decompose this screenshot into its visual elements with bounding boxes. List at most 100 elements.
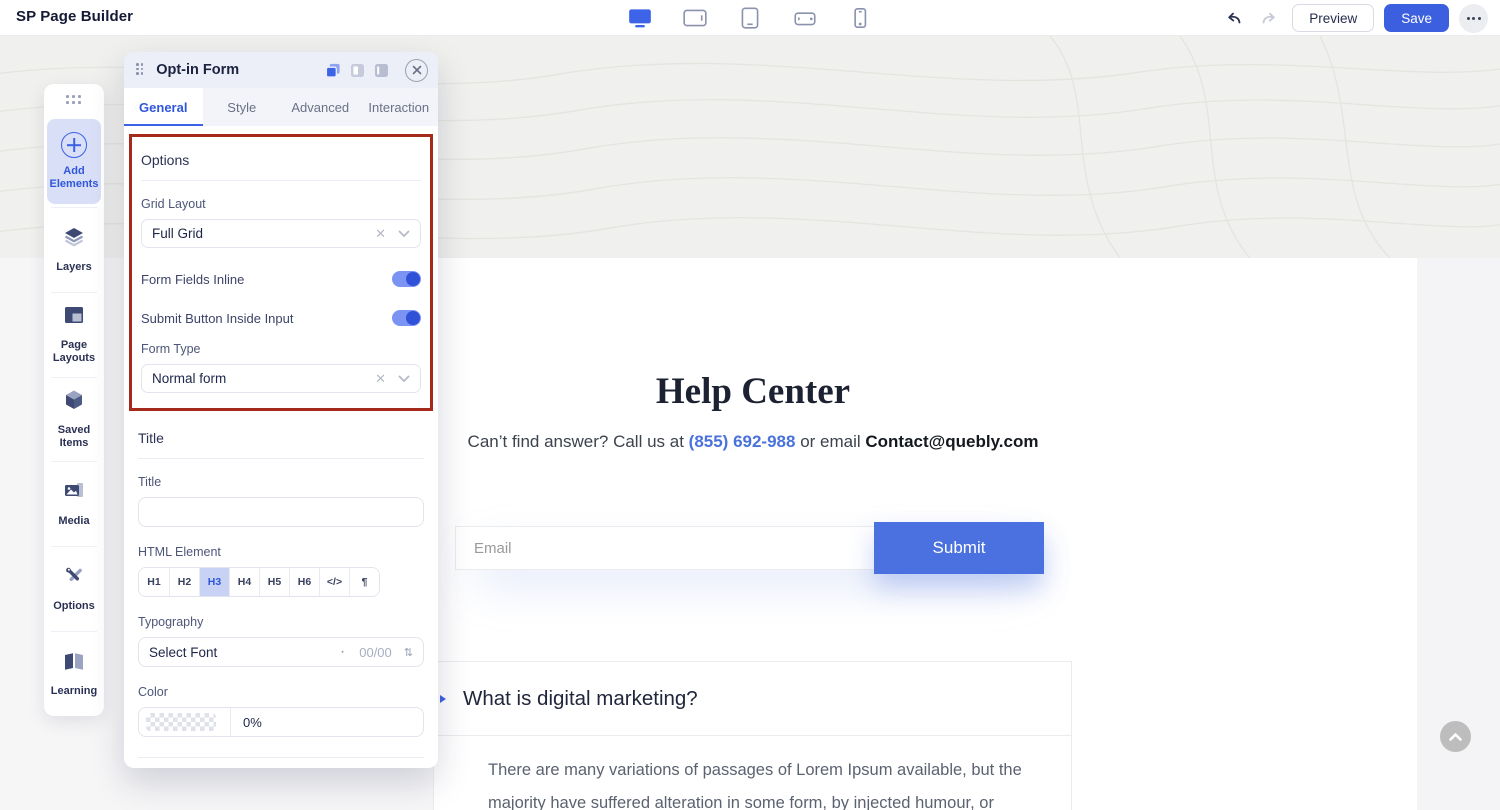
h6-button[interactable]: H6 — [289, 568, 319, 596]
typography-font-value: Select Font — [149, 644, 218, 660]
color-swatch-cell[interactable] — [139, 708, 231, 736]
typography-label: Typography — [138, 615, 204, 629]
panel-drag-handle-icon[interactable] — [136, 63, 145, 77]
tab-interaction[interactable]: Interaction — [360, 88, 439, 126]
clear-icon[interactable]: ✕ — [375, 226, 386, 242]
code-tag-button[interactable]: </> — [319, 568, 349, 596]
form-type-label: Form Type — [141, 342, 201, 356]
h2-button[interactable]: H2 — [169, 568, 199, 596]
topbar-actions: Preview Save — [1220, 0, 1488, 36]
h1-button[interactable]: H1 — [139, 568, 169, 596]
dock-half-icon[interactable] — [349, 62, 365, 78]
scroll-top-button[interactable] — [1440, 721, 1471, 752]
sort-arrows-icon: ⇅ — [403, 646, 413, 659]
h4-button[interactable]: H4 — [229, 568, 259, 596]
color-opacity-value: 0% — [243, 714, 262, 730]
faq-accordion-header[interactable]: What is digital marketing? — [434, 662, 1071, 736]
cube-icon — [62, 388, 86, 417]
duplicate-icon[interactable] — [325, 62, 341, 78]
annotation-highlight-rect: Options Grid Layout Full Grid ✕ Form Fie… — [129, 134, 433, 411]
title-label: Title — [138, 475, 162, 489]
panel-header: Opt-in Form — [124, 52, 438, 88]
options-section-heading: Options — [141, 139, 421, 181]
phone-landscape-icon[interactable] — [792, 6, 818, 30]
phone-portrait-icon[interactable] — [847, 6, 873, 30]
topbar: SP Page Builder Preview Save — [0, 0, 1500, 36]
faq-question: What is digital marketing? — [463, 686, 698, 710]
form-fields-inline-label: Form Fields Inline — [141, 271, 245, 287]
close-icon[interactable] — [405, 58, 428, 82]
html-element-group: H1 H2 H3 H4 H5 H6 </> ¶ — [138, 567, 380, 597]
faq-answer: There are many variations of passages of… — [488, 761, 1022, 810]
form-fields-inline-row: Form Fields Inline — [141, 271, 421, 287]
phone-link[interactable]: (855) 692-988 — [689, 432, 796, 451]
email-field[interactable] — [455, 526, 875, 570]
caret-right-icon — [440, 695, 446, 703]
save-button[interactable]: Save — [1384, 4, 1449, 32]
desktop-icon[interactable] — [627, 6, 653, 30]
sidebar-item-label: Learning — [50, 685, 98, 698]
page-layouts-icon — [62, 303, 86, 332]
form-type-select[interactable]: Normal form ✕ — [141, 364, 421, 393]
tab-advanced[interactable]: Advanced — [281, 88, 360, 126]
form-fields-inline-toggle[interactable] — [392, 271, 421, 287]
submit-inside-input-toggle[interactable] — [392, 310, 421, 326]
color-field[interactable]: 0% — [138, 707, 424, 737]
tablet-landscape-icon[interactable] — [682, 6, 708, 30]
paragraph-button[interactable]: ¶ — [349, 568, 379, 596]
dock-full-icon[interactable] — [373, 62, 389, 78]
chevron-down-icon — [398, 375, 410, 382]
tablet-portrait-icon[interactable] — [737, 6, 763, 30]
chevron-down-icon — [398, 230, 410, 237]
contact-text-2: or email — [795, 432, 866, 451]
typography-size-value: 00/00 — [359, 644, 392, 660]
panel-header-icons — [325, 58, 428, 82]
typography-field[interactable]: Select Font · 00/00 ⇅ — [138, 637, 424, 667]
tab-style[interactable]: Style — [203, 88, 282, 126]
layers-icon — [62, 225, 86, 254]
plus-circle-icon — [61, 131, 87, 158]
sidebar-item-label: Media — [58, 515, 90, 528]
sidebar-item-label: Saved Items — [57, 424, 91, 449]
h5-button[interactable]: H5 — [259, 568, 289, 596]
title-section-heading: Title — [138, 417, 424, 459]
html-element-label: HTML Element — [138, 545, 221, 559]
page-canvas: Help Center Can’t find answer? Call us a… — [433, 258, 1417, 810]
page-title: Help Center — [655, 371, 851, 412]
form-type-value: Normal form — [152, 371, 227, 386]
grid-layout-select[interactable]: Full Grid ✕ — [141, 219, 421, 248]
media-icon — [62, 479, 86, 508]
submit-inside-input-row: Submit Button Inside Input — [141, 310, 421, 326]
sidebar-item-options[interactable]: Options — [44, 546, 104, 631]
panel-body: Options Grid Layout Full Grid ✕ Form Fie… — [124, 134, 438, 768]
undo-icon[interactable] — [1220, 5, 1246, 31]
submit-inside-input-label: Submit Button Inside Input — [141, 310, 294, 326]
submit-button[interactable]: Submit — [874, 522, 1044, 574]
tab-general[interactable]: General — [124, 88, 203, 126]
sidebar-item-media[interactable]: Media — [44, 461, 104, 546]
sidebar-item-layers[interactable]: Layers — [44, 206, 104, 292]
clear-icon[interactable]: ✕ — [375, 371, 386, 387]
sidebar-item-learning[interactable]: Learning — [44, 631, 104, 716]
sidebar-item-saved-items[interactable]: Saved Items — [44, 376, 104, 462]
sidebar-item-add-elements[interactable]: Add Elements — [47, 119, 101, 204]
h3-button[interactable]: H3 — [199, 568, 229, 596]
divider — [138, 757, 424, 758]
sidebar-item-label: Options — [53, 600, 95, 613]
sidebar-item-page-layouts[interactable]: Page Layouts — [44, 291, 104, 377]
separator-dot: · — [339, 643, 346, 660]
grid-layout-value: Full Grid — [152, 226, 204, 241]
contact-line: Can’t find answer? Call us at (855) 692-… — [433, 432, 1073, 452]
email-link[interactable]: Contact@quebly.com — [865, 432, 1038, 451]
redo-icon[interactable] — [1256, 5, 1282, 31]
grid-layout-label: Grid Layout — [141, 197, 206, 211]
sidebar-item-label: Layers — [56, 260, 92, 273]
title-input[interactable] — [138, 497, 424, 527]
more-options-button[interactable] — [1459, 3, 1488, 33]
sidebar-item-label: Page Layouts — [52, 339, 96, 365]
chevron-up-icon — [1449, 732, 1462, 741]
preview-button[interactable]: Preview — [1292, 4, 1375, 32]
optin-form-settings-panel: Opt-in Form General Style Advanced Inter… — [124, 52, 438, 768]
sidebar-drag-handle[interactable] — [44, 84, 104, 116]
responsive-device-bar — [627, 0, 873, 36]
